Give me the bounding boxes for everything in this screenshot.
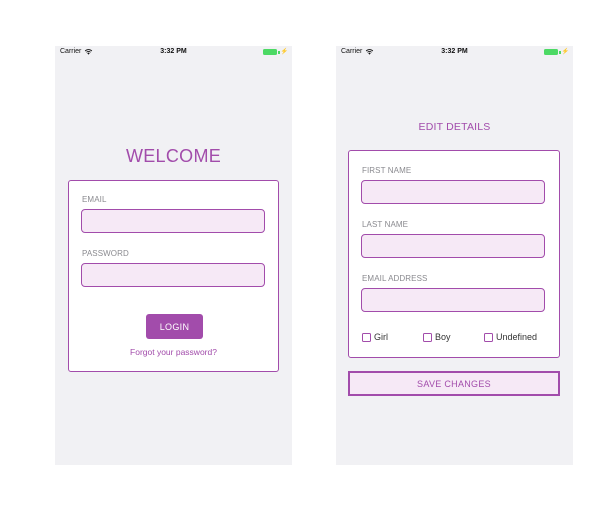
status-bar: Carrier 3:32 PM ⚡ bbox=[336, 46, 573, 60]
gender-label: Undefined bbox=[496, 332, 538, 342]
checkbox-icon[interactable] bbox=[423, 332, 432, 342]
gender-options: Girl Boy Undefined bbox=[361, 332, 547, 344]
save-changes-button[interactable]: SAVE CHANGES bbox=[348, 371, 560, 396]
edit-details-card: FIRST NAME LAST NAME EMAIL ADDRESS Girl … bbox=[348, 150, 560, 358]
page-title: WELCOME bbox=[125, 146, 222, 166]
password-field[interactable] bbox=[81, 263, 265, 287]
battery-icon: ⚡ bbox=[544, 49, 569, 55]
battery-icon: ⚡ bbox=[263, 49, 288, 55]
forgot-password-link[interactable]: Forgot your password? bbox=[69, 347, 278, 357]
edit-details-screen: Carrier 3:32 PM ⚡ EDIT DETAILS FIRST NAM… bbox=[336, 46, 573, 465]
login-card: EMAIL PASSWORD LOGIN Forgot your passwor… bbox=[68, 180, 279, 372]
first-name-field[interactable] bbox=[361, 180, 545, 204]
checkbox-icon[interactable] bbox=[362, 332, 371, 342]
status-bar: Carrier 3:32 PM ⚡ bbox=[55, 46, 292, 60]
gender-option-boy[interactable]: Boy bbox=[423, 332, 451, 342]
last-name-field[interactable] bbox=[361, 234, 545, 258]
email-address-label: EMAIL ADDRESS bbox=[362, 274, 428, 283]
status-time: 3:32 PM bbox=[160, 48, 187, 55]
first-name-label: FIRST NAME bbox=[362, 166, 412, 175]
email-label: EMAIL bbox=[82, 195, 107, 204]
password-label: PASSWORD bbox=[82, 249, 129, 258]
page-title: EDIT DETAILS bbox=[418, 121, 491, 133]
email-field[interactable] bbox=[81, 209, 265, 233]
checkbox-icon[interactable] bbox=[484, 332, 493, 342]
status-time: 3:32 PM bbox=[441, 48, 468, 55]
email-address-field[interactable] bbox=[361, 288, 545, 312]
login-screen: Carrier 3:32 PM ⚡ WELCOME EMAIL PASSWORD… bbox=[55, 46, 292, 465]
gender-option-undefined[interactable]: Undefined bbox=[484, 332, 537, 342]
login-button[interactable]: LOGIN bbox=[146, 314, 203, 339]
gender-label: Boy bbox=[435, 332, 451, 342]
gender-option-girl[interactable]: Girl bbox=[362, 332, 388, 342]
last-name-label: LAST NAME bbox=[362, 220, 409, 229]
gender-label: Girl bbox=[374, 332, 388, 342]
